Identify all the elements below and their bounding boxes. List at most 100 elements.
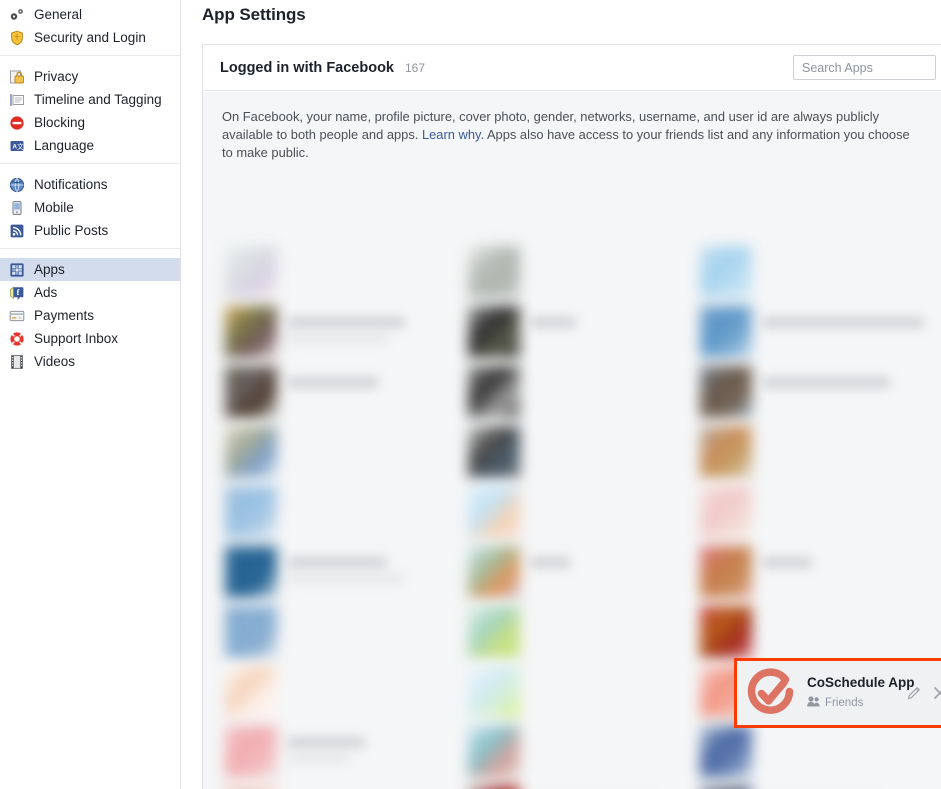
app-icon	[225, 306, 277, 358]
lifebuoy-icon	[9, 331, 25, 347]
sidebar-item-payments[interactable]: Payments	[0, 304, 180, 327]
language-icon: A文	[9, 138, 25, 154]
app-list-item[interactable]	[700, 422, 935, 482]
app-icon	[225, 366, 277, 418]
app-icon	[700, 546, 752, 598]
sidebar-item-label: General	[34, 7, 83, 22]
app-list-item[interactable]	[468, 782, 703, 789]
app-list-item[interactable]	[468, 482, 703, 542]
sidebar-group-4: Apps f Ads Payments Support Inbox Videos	[0, 248, 180, 379]
block-icon	[9, 115, 25, 131]
app-privacy-label: Friends	[825, 696, 864, 709]
app-list-item[interactable]	[468, 542, 703, 602]
app-list-item[interactable]	[468, 242, 703, 302]
card-title: Logged in with Facebook	[220, 59, 394, 76]
sidebar-item-language[interactable]: A 文 Language	[0, 134, 180, 157]
svg-text:f: f	[17, 288, 20, 297]
learn-why-link[interactable]: Learn why.	[422, 127, 484, 142]
app-name: CoSchedule App	[807, 674, 915, 690]
app-icon	[225, 666, 277, 718]
app-list-item-coschedule[interactable]: CoSchedule App Friends	[737, 661, 941, 725]
app-icon	[700, 606, 752, 658]
app-list-item[interactable]	[468, 602, 703, 662]
app-list-item[interactable]	[225, 542, 460, 602]
sidebar-item-label: Privacy	[34, 69, 79, 84]
app-icon	[700, 246, 752, 298]
pencil-icon[interactable]	[906, 685, 922, 701]
sidebar-item-apps[interactable]: Apps	[0, 258, 180, 281]
sidebar-item-label: Security and Login	[34, 30, 146, 45]
app-icon	[468, 246, 520, 298]
sidebar-item-general[interactable]: General	[0, 3, 180, 26]
app-list-item[interactable]	[700, 722, 935, 782]
sidebar-item-label: Blocking	[34, 115, 86, 130]
app-list-item[interactable]	[225, 422, 460, 482]
app-list-item[interactable]	[225, 722, 460, 782]
apps-column-1	[225, 242, 460, 789]
phone-icon	[9, 200, 25, 216]
app-list-item[interactable]	[700, 302, 935, 362]
sidebar-item-security-and-login[interactable]: Security and Login	[0, 26, 180, 49]
page-title: App Settings	[202, 5, 306, 24]
close-icon[interactable]	[932, 685, 941, 701]
app-list-item[interactable]	[225, 482, 460, 542]
rss-icon	[9, 223, 25, 239]
sidebar-item-label: Support Inbox	[34, 331, 119, 346]
app-icon	[468, 426, 520, 478]
sidebar-item-support-inbox[interactable]: Support Inbox	[0, 327, 180, 350]
app-name-placeholder	[762, 317, 924, 328]
app-list-item[interactable]	[225, 602, 460, 662]
app-list-item[interactable]	[700, 542, 935, 602]
app-list-item[interactable]	[700, 242, 935, 302]
app-list-item[interactable]	[225, 302, 460, 362]
app-list-item[interactable]	[468, 722, 703, 782]
sidebar-item-label: Timeline and Tagging	[34, 92, 162, 107]
sidebar-item-label: Language	[34, 138, 95, 153]
app-list-item[interactable]	[700, 362, 935, 422]
sidebar-item-privacy[interactable]: Privacy	[0, 65, 180, 88]
app-icon	[468, 306, 520, 358]
settings-sidebar: General Security and Login Privacy Timeline…	[0, 0, 181, 789]
timeline-icon	[9, 92, 25, 108]
app-list-item[interactable]	[225, 242, 460, 302]
app-list-item[interactable]	[468, 662, 703, 722]
sidebar-item-label: Videos	[34, 354, 76, 369]
coschedule-highlight-box: CoSchedule App Friends	[734, 658, 941, 728]
sidebar-item-timeline-and-tagging[interactable]: Timeline and Tagging	[0, 88, 180, 111]
app-list-item[interactable]	[700, 482, 935, 542]
lock-icon	[9, 69, 25, 85]
sidebar-item-public-posts[interactable]: Public Posts	[0, 219, 180, 242]
app-list-item[interactable]	[700, 602, 935, 662]
app-list-item[interactable]	[225, 782, 460, 789]
apps-column-2	[468, 242, 703, 789]
app-name-placeholder	[762, 557, 812, 568]
app-list-item[interactable]	[468, 302, 703, 362]
search-input[interactable]	[793, 55, 936, 80]
app-settings-page: General Security and Login Privacy Timeline…	[0, 0, 941, 789]
ads-icon: f	[9, 285, 25, 301]
sidebar-item-blocking[interactable]: Blocking	[0, 111, 180, 134]
app-list-item[interactable]	[225, 662, 460, 722]
sidebar-group-1: General Security and Login	[0, 0, 180, 55]
sidebar-item-mobile[interactable]: Mobile	[0, 196, 180, 219]
app-name-placeholder	[287, 317, 405, 328]
app-icon	[700, 426, 752, 478]
app-count-badge: 167	[405, 60, 426, 75]
app-list-item[interactable]	[225, 362, 460, 422]
app-name-placeholder	[762, 377, 890, 388]
app-list-item[interactable]	[468, 362, 703, 422]
sidebar-item-ads[interactable]: f Ads	[0, 281, 180, 304]
app-icon	[468, 486, 520, 538]
sidebar-item-notifications[interactable]: Notifications	[0, 173, 180, 196]
globe-icon	[9, 177, 25, 193]
app-icon	[225, 546, 277, 598]
app-meta-placeholder	[287, 754, 349, 763]
app-list-item[interactable]	[700, 782, 935, 789]
app-list-item[interactable]	[468, 422, 703, 482]
payments-icon	[9, 308, 25, 324]
shield-icon	[9, 30, 25, 46]
app-name-placeholder	[287, 737, 365, 748]
sidebar-item-videos[interactable]: Videos	[0, 350, 180, 373]
app-icon	[468, 606, 520, 658]
apps-icon	[9, 262, 25, 278]
